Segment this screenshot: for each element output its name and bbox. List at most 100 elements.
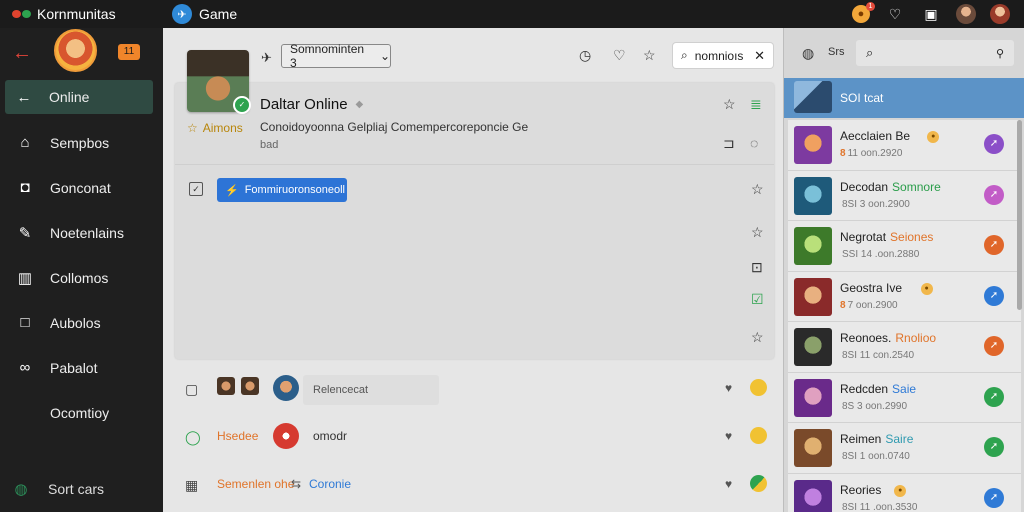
list-item[interactable]: Reimen Saire 8SI 1 oon.0740 ➚ bbox=[788, 423, 1021, 474]
search-icon: ⌕ bbox=[681, 48, 688, 62]
sidebar-item-noetenlains[interactable]: ✎ Noetenlains bbox=[0, 210, 163, 255]
top-bar: Kornmunitas ✈ Game ● 1 ♡ ▣ bbox=[0, 0, 1024, 28]
star-icon[interactable]: ☆ bbox=[751, 224, 764, 241]
coin-icon[interactable]: ● 1 bbox=[852, 2, 875, 23]
list-item[interactable]: Aecclaien Be 8 11 oon.2920 ● ➚ bbox=[788, 120, 1021, 171]
profile-avatar[interactable] bbox=[54, 29, 97, 72]
share-icon[interactable]: ➚ bbox=[984, 386, 1004, 407]
list-item[interactable]: ◯ Hsedee omodr ♥ bbox=[163, 416, 783, 460]
list-item[interactable]: Reories 8SI 11 .oon.3530 ● ➚ bbox=[788, 473, 1021, 512]
list-item[interactable]: Decodan Somnore 8SI 3 oon.2900 ➚ bbox=[788, 170, 1021, 221]
share-icon[interactable]: ➚ bbox=[984, 336, 1004, 356]
game-thumbnail bbox=[794, 126, 832, 164]
calendar-icon: ▦ bbox=[185, 477, 199, 493]
avatar bbox=[273, 375, 299, 401]
name-highlight: Rnolioo bbox=[895, 331, 937, 345]
heart-icon[interactable]: ♥ bbox=[725, 429, 732, 443]
game-card: Daltar Online ◆ ☆ Aimons Conoidoyoonna G… bbox=[175, 83, 774, 359]
list-item-meta: 87 oon.2900 bbox=[840, 300, 898, 311]
sidebar-item-sempbos[interactable]: ⌂ Sempbos bbox=[0, 120, 163, 165]
sidebar-item-label: Online bbox=[49, 89, 90, 105]
server-select[interactable]: Somnominten 3 ⌄ bbox=[281, 42, 391, 70]
gamepad-icon[interactable]: ◍ bbox=[802, 45, 814, 62]
heart-icon[interactable]: ♡ bbox=[613, 47, 626, 64]
image-icon[interactable]: ⊡ bbox=[751, 259, 763, 276]
list-item-sublabel: Coronie bbox=[309, 477, 352, 491]
search-box[interactable]: ⌕ nomnioıs ✕ bbox=[673, 43, 773, 68]
star-icon: ☆ bbox=[187, 121, 198, 135]
sidebar-item-aubolos[interactable]: □ Aubolos bbox=[0, 300, 163, 345]
brand-name: Kornmunitas bbox=[37, 6, 116, 22]
meta-text: 8S 3 oon.2990 bbox=[842, 400, 908, 412]
verified-icon: ✓ bbox=[233, 96, 251, 114]
game-thumbnail[interactable]: ✓ bbox=[187, 50, 251, 114]
edit-icon[interactable]: ☑ bbox=[751, 291, 764, 308]
name-text: Decodan bbox=[840, 179, 889, 194]
meta-text: 11 oon.2920 bbox=[847, 148, 903, 159]
search-icon: ⌕ bbox=[866, 45, 874, 60]
heart-icon[interactable]: ♥ bbox=[725, 381, 732, 395]
avatar bbox=[241, 377, 259, 395]
sidebar-badge: 11 bbox=[118, 44, 140, 60]
list-item-label: Relencecat bbox=[303, 375, 439, 405]
chat-icon[interactable]: ◌ bbox=[750, 135, 758, 151]
brand[interactable]: Kornmunitas bbox=[12, 0, 116, 28]
user-avatar[interactable] bbox=[956, 4, 976, 24]
friend-avatar[interactable] bbox=[990, 4, 1010, 24]
panel-search[interactable]: ⌕ ⚲ bbox=[856, 40, 1014, 66]
list-item[interactable]: Redcden Saie 8S 3 oon.2990 ➚ bbox=[788, 372, 1021, 423]
list-item[interactable]: ▢ Relencecat ♥ bbox=[163, 368, 783, 412]
list-icon[interactable]: ≣ bbox=[750, 96, 762, 113]
share-icon[interactable]: ➚ bbox=[984, 487, 1004, 508]
card-subdescription: bad bbox=[260, 139, 279, 151]
building-icon: ▥ bbox=[17, 269, 33, 287]
name-text: Negrotat bbox=[840, 230, 887, 244]
share-icon[interactable]: ➚ bbox=[984, 285, 1004, 306]
sidebar-item-pabalot[interactable]: ∞ Pabalot bbox=[0, 345, 163, 390]
share-icon[interactable]: ➚ bbox=[984, 134, 1004, 154]
scrollbar[interactable] bbox=[1017, 120, 1022, 310]
list-item[interactable]: Negrotat Seiones SSI 14 .oon.2880 ➚ bbox=[788, 221, 1021, 272]
close-icon[interactable]: ✕ bbox=[754, 48, 765, 64]
star-icon[interactable]: ☆ bbox=[751, 181, 764, 198]
selected-item-label: SOI tcat bbox=[840, 91, 884, 105]
share-icon[interactable]: ➚ bbox=[984, 184, 1004, 205]
swap-icon: ⇆ bbox=[291, 477, 302, 491]
list-item-meta: 8SI 3 oon.2900 bbox=[840, 199, 910, 210]
back-arrow-icon[interactable]: ← bbox=[12, 42, 32, 65]
list-item[interactable]: Reonoes. Rnolioo 8SI 11 con.2540 ➚ bbox=[788, 322, 1021, 373]
sidebar-item-label: Sempbos bbox=[50, 134, 110, 151]
clock-icon[interactable]: ◷ bbox=[579, 47, 591, 64]
checkbox[interactable]: ✓ bbox=[189, 182, 203, 196]
list-item[interactable]: Geostra Ive 8 7 oon.2900 ● ➚ bbox=[788, 271, 1021, 322]
heart-icon[interactable]: ♡ bbox=[884, 3, 906, 25]
sidebar-item-online[interactable]: ← Online bbox=[5, 80, 153, 114]
sidebar-item-gonconat[interactable]: ◘ Gonconat bbox=[0, 165, 163, 210]
list-item-meta: 8SI 11 con.2540 bbox=[840, 350, 914, 361]
arrow-left-icon: ← bbox=[16, 88, 32, 106]
meta-text: 8SI 3 oon.2900 bbox=[842, 198, 910, 210]
pin-icon[interactable]: ✈ bbox=[261, 50, 272, 66]
search-input[interactable]: nomnioıs bbox=[695, 49, 744, 63]
user-settings-icon[interactable]: ⚲ bbox=[996, 47, 1004, 60]
meta-prefix: 8 bbox=[840, 299, 846, 311]
share-icon[interactable]: ➚ bbox=[984, 437, 1004, 457]
sidebar-item-collomos[interactable]: ▥ Collomos bbox=[0, 255, 163, 300]
list-item-name: Reimen Saire bbox=[840, 432, 913, 446]
selected-item[interactable]: SOI tcat bbox=[784, 78, 1024, 118]
action-button[interactable]: ⚡ Fommiruoronsoneoll bbox=[217, 178, 347, 202]
list-item-label: Hsedee bbox=[217, 429, 259, 443]
sidebar-item-ocomtioy[interactable]: Ocomtioy bbox=[0, 390, 163, 435]
star-icon[interactable]: ☆ bbox=[643, 47, 656, 64]
heart-icon[interactable]: ♥ bbox=[725, 477, 732, 491]
list-item-name: Negrotat Seiones bbox=[840, 230, 933, 244]
star-icon[interactable]: ☆ bbox=[751, 329, 764, 346]
book-icon[interactable]: ⊐ bbox=[723, 135, 735, 152]
star-icon[interactable]: ☆ bbox=[723, 96, 736, 113]
sidebar-footer[interactable]: ◍ Sort cars bbox=[12, 480, 104, 498]
window-icon[interactable]: ▣ bbox=[920, 3, 942, 25]
chevron-down-icon: ⌄ bbox=[379, 49, 390, 63]
list-item[interactable]: ▦ Semenlen ohe ⇆ Coronie ♥ bbox=[163, 464, 783, 508]
game-tab[interactable]: ✈ Game bbox=[172, 0, 237, 28]
share-icon[interactable]: ➚ bbox=[984, 235, 1004, 255]
